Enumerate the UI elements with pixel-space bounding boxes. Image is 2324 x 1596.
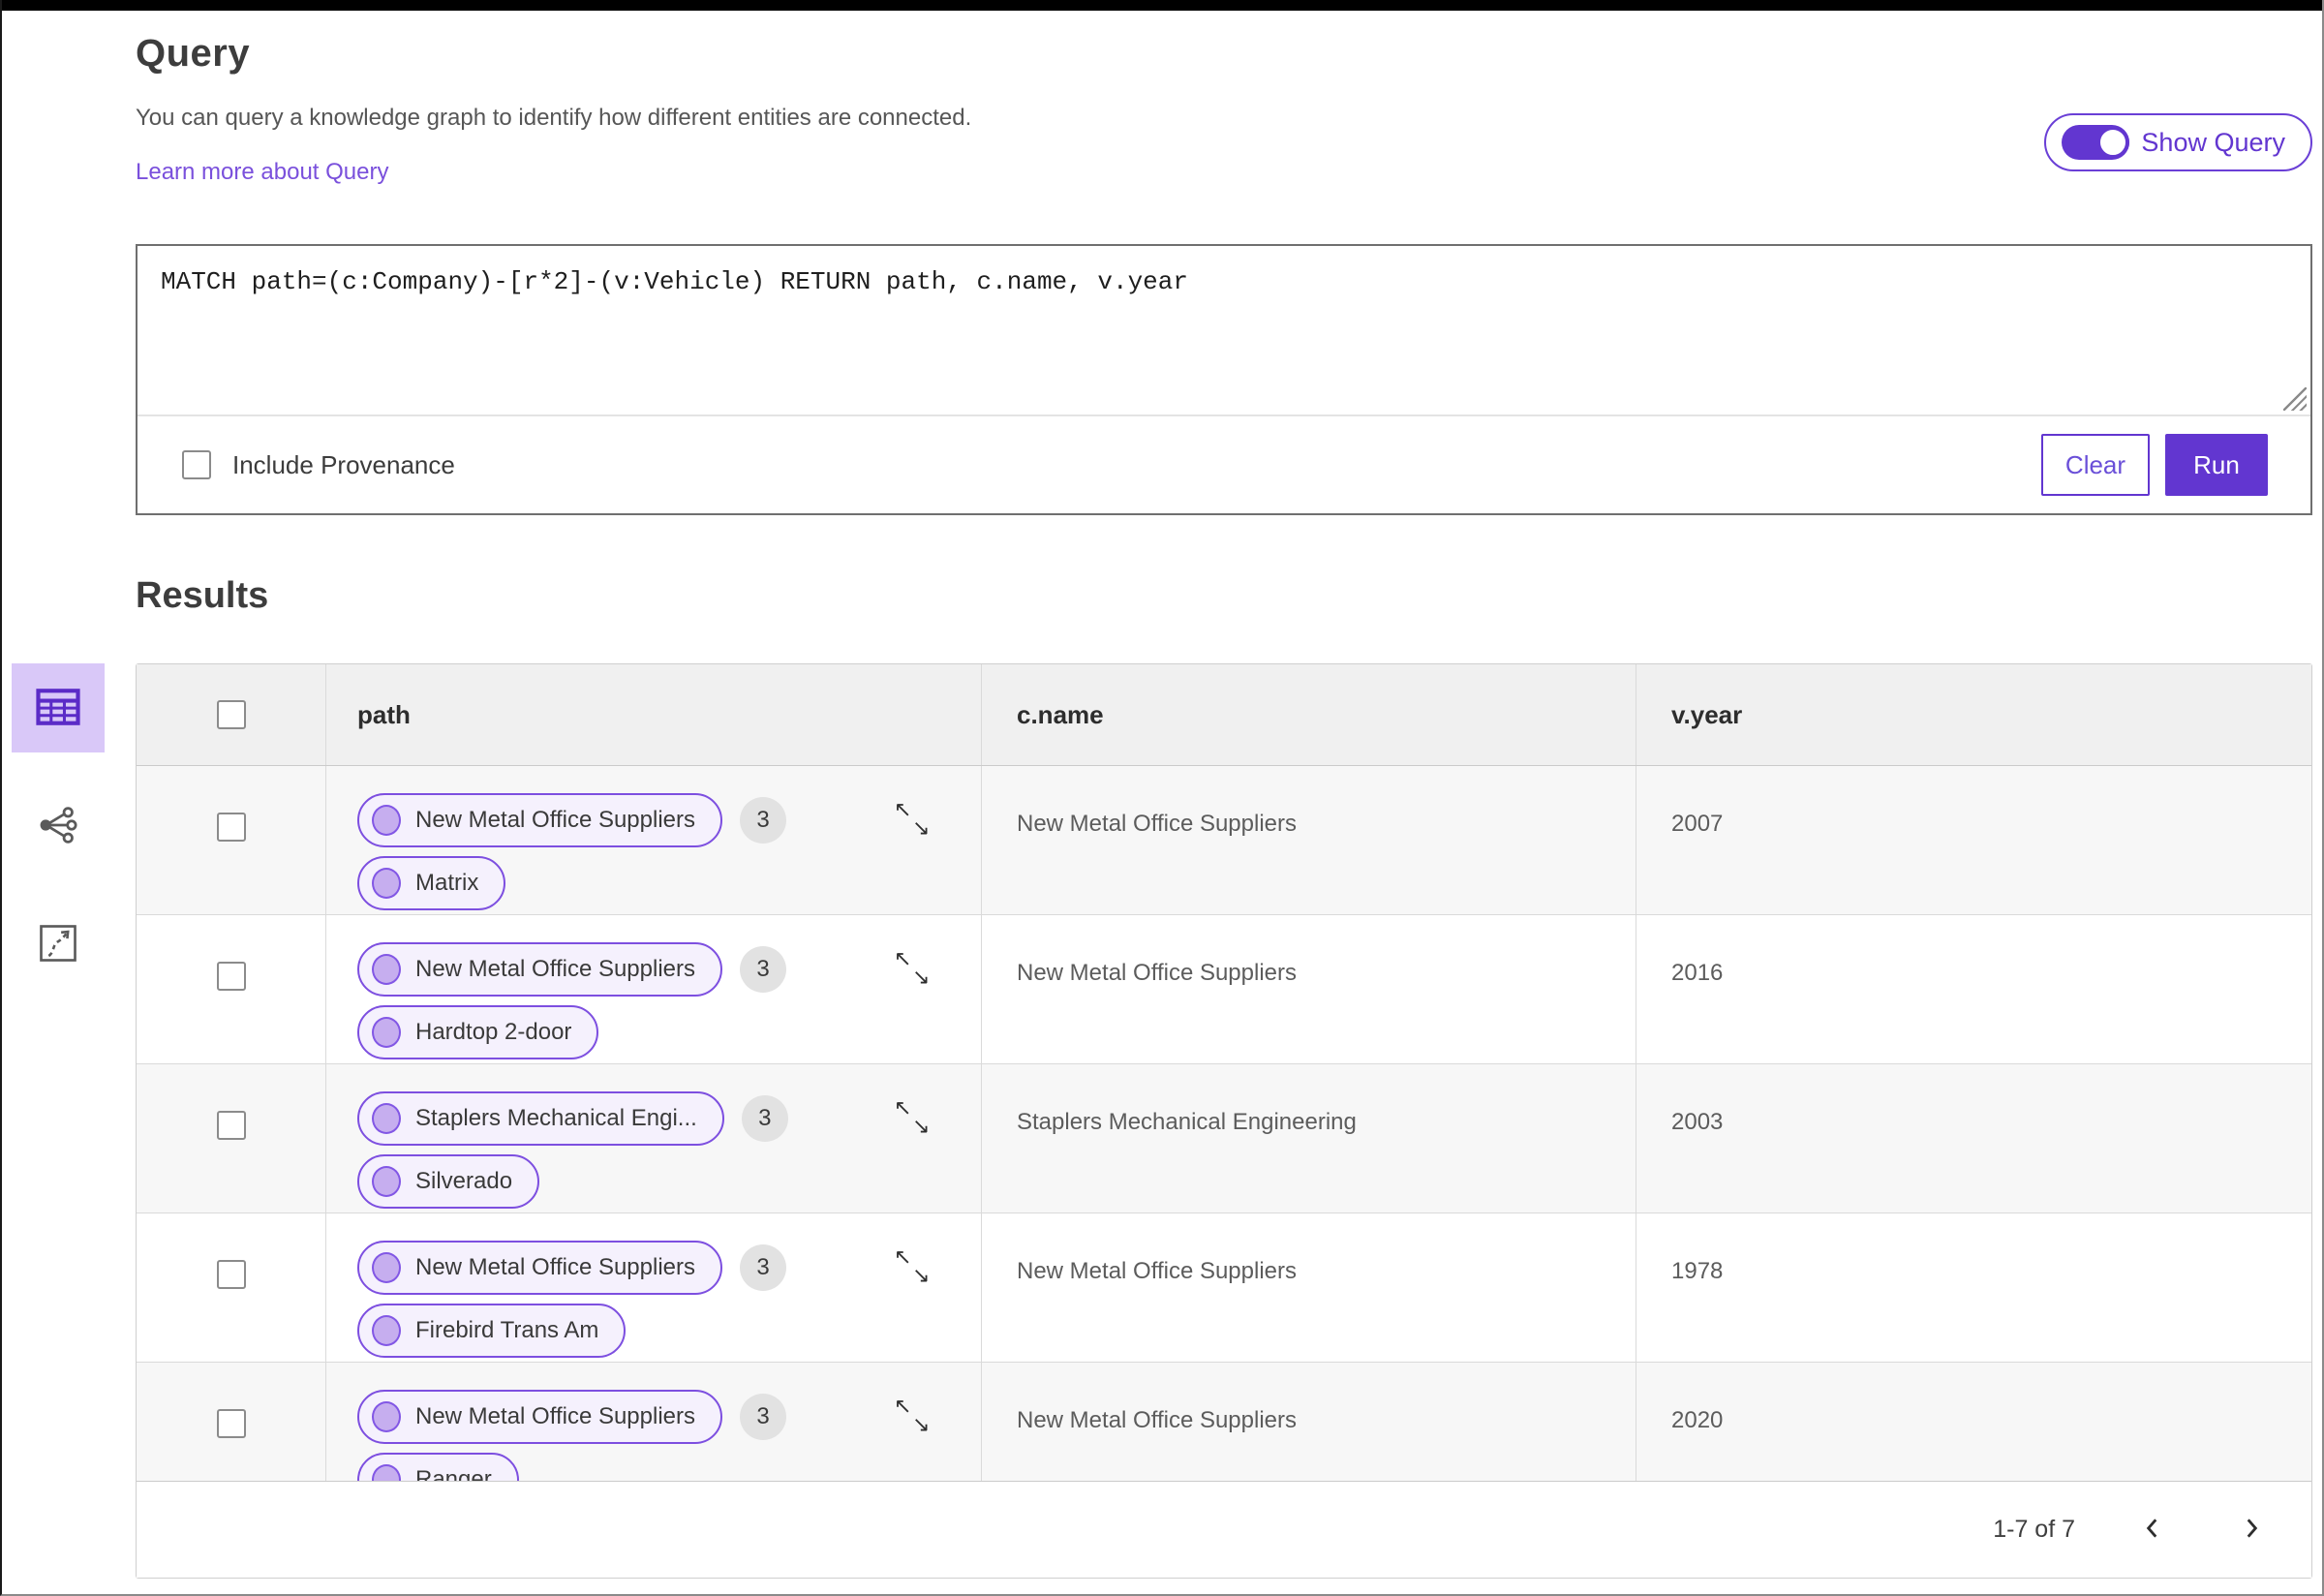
row-checkbox[interactable] [216, 962, 246, 991]
path-cell: New Metal Office Suppliers 3 Matrix ↖ ↘ [325, 766, 981, 919]
v-year-cell: 1978 [1636, 1213, 2311, 1366]
node-dot-icon [372, 1166, 401, 1197]
v-year-cell: 2007 [1636, 766, 2311, 919]
node-dot-icon [372, 805, 401, 836]
next-page-button[interactable] [2230, 1509, 2273, 1551]
query-actions: Clear Run [2041, 434, 2268, 496]
header-checkbox-cell [137, 664, 325, 765]
path-node-pill[interactable]: New Metal Office Suppliers [357, 942, 723, 997]
graph-view-button[interactable] [12, 782, 105, 871]
expand-path-icon[interactable]: ↖ ↘ [894, 1396, 938, 1440]
expand-path-icon[interactable]: ↖ ↘ [894, 799, 938, 844]
results-section: path c.name v.year New Metal Office Supp… [12, 663, 2312, 1594]
expand-path-icon[interactable]: ↖ ↘ [894, 1097, 938, 1142]
query-text[interactable]: MATCH path=(c:Company)-[r*2]-(v:Vehicle)… [161, 267, 2287, 296]
expand-path-icon[interactable]: ↖ ↘ [894, 948, 938, 993]
table-pagination: 1-7 of 7 [137, 1481, 2311, 1578]
row-checkbox[interactable] [216, 1111, 246, 1140]
node-dot-icon [372, 1017, 401, 1048]
c-name-cell: New Metal Office Suppliers [981, 1363, 1636, 1481]
toggle-knob [2096, 126, 2130, 159]
path-node-pill[interactable]: New Metal Office Suppliers [357, 793, 723, 847]
c-name-cell: New Metal Office Suppliers [981, 766, 1636, 919]
query-input[interactable]: MATCH path=(c:Company)-[r*2]-(v:Vehicle)… [138, 246, 2310, 414]
path-cell: New Metal Office Suppliers 3 Hardtop 2-d… [325, 915, 981, 1068]
node-dot-icon [372, 1103, 401, 1134]
c-name-cell: New Metal Office Suppliers [981, 915, 1636, 1068]
path-cell: Staplers Mechanical Engi... 3 Silverado … [325, 1064, 981, 1217]
previous-page-button[interactable] [2131, 1509, 2174, 1551]
page-title: Query [136, 32, 251, 75]
v-year-cell: 2020 [1636, 1363, 2311, 1481]
path-node-pill[interactable]: Hardtop 2-door [357, 1005, 599, 1059]
path-count-badge: 3 [740, 946, 787, 993]
table-header-row: path c.name v.year [137, 664, 2311, 766]
table-view-icon [36, 688, 80, 728]
node-dot-icon [372, 1252, 401, 1283]
graph-view-icon [37, 804, 79, 849]
node-dot-icon [372, 954, 401, 985]
table-row: New Metal Office Suppliers 3 Matrix ↖ ↘ N… [137, 766, 2311, 919]
view-switcher [12, 663, 105, 989]
include-provenance-checkbox[interactable] [182, 450, 211, 479]
node-dot-icon [372, 1315, 401, 1346]
chevron-right-icon [2239, 1516, 2264, 1544]
include-provenance-label: Include Provenance [232, 449, 455, 479]
show-query-label: Show Query [2141, 127, 2285, 157]
row-checkbox[interactable] [216, 1260, 246, 1289]
path-node-pill[interactable]: Firebird Trans Am [357, 1304, 627, 1358]
table-row: New Metal Office Suppliers 3 Firebird Tr… [137, 1213, 2311, 1366]
path-node-pill[interactable]: New Metal Office Suppliers [357, 1390, 723, 1444]
table-row: Staplers Mechanical Engi... 3 Silverado … [137, 1064, 2311, 1217]
route-view-icon [38, 923, 78, 967]
window-top-edge [2, 0, 2322, 11]
select-all-checkbox[interactable] [216, 700, 246, 729]
run-button[interactable]: Run [2165, 434, 2268, 496]
row-checkbox[interactable] [216, 813, 246, 842]
node-dot-icon [372, 868, 401, 899]
pagination-range-label: 1-7 of 7 [1993, 1516, 2075, 1543]
column-header-c-name: c.name [981, 664, 1636, 765]
resize-handle-icon[interactable] [2283, 387, 2307, 411]
learn-more-link[interactable]: Learn more about Query [136, 159, 388, 186]
toggle-on-icon[interactable] [2062, 125, 2130, 160]
results-title: Results [136, 575, 269, 616]
path-cell: New Metal Office Suppliers 3 Ranger ↖ ↘ [325, 1363, 981, 1481]
query-footer: Include Provenance Clear Run [138, 414, 2310, 513]
expand-path-icon[interactable]: ↖ ↘ [894, 1246, 938, 1291]
chevron-left-icon [2140, 1516, 2165, 1544]
path-count-badge: 3 [741, 1095, 788, 1142]
route-view-button[interactable] [12, 900, 105, 989]
page-header: Query You can query a knowledge graph to… [136, 11, 2312, 186]
path-count-badge: 3 [740, 1244, 787, 1291]
path-count-badge: 3 [740, 797, 787, 844]
include-provenance-option[interactable]: Include Provenance [182, 450, 455, 480]
query-page: Query You can query a knowledge graph to… [0, 0, 2324, 1596]
c-name-cell: New Metal Office Suppliers [981, 1213, 1636, 1366]
v-year-cell: 2003 [1636, 1064, 2311, 1217]
path-node-pill[interactable]: Silverado [357, 1154, 540, 1209]
table-view-button[interactable] [12, 663, 105, 752]
page-description: You can query a knowledge graph to ident… [136, 105, 972, 131]
c-name-cell: Staplers Mechanical Engineering [981, 1064, 1636, 1217]
node-dot-icon [372, 1401, 401, 1432]
query-editor-panel: MATCH path=(c:Company)-[r*2]-(v:Vehicle)… [136, 244, 2312, 515]
path-node-pill[interactable]: Matrix [357, 856, 506, 910]
row-checkbox[interactable] [216, 1409, 246, 1438]
clear-button[interactable]: Clear [2041, 434, 2150, 496]
table-row: New Metal Office Suppliers 3 Ranger ↖ ↘ N… [137, 1363, 2311, 1481]
column-header-path: path [325, 664, 981, 765]
node-dot-icon [372, 1464, 401, 1481]
column-header-v-year: v.year [1636, 664, 2311, 765]
path-node-pill[interactable]: New Metal Office Suppliers [357, 1241, 723, 1295]
show-query-toggle-button[interactable]: Show Query [2044, 113, 2312, 171]
v-year-cell: 2016 [1636, 915, 2311, 1068]
path-node-pill[interactable]: Ranger [357, 1453, 519, 1481]
table-row: New Metal Office Suppliers 3 Hardtop 2-d… [137, 915, 2311, 1068]
path-node-pill[interactable]: Staplers Mechanical Engi... [357, 1091, 724, 1146]
path-cell: New Metal Office Suppliers 3 Firebird Tr… [325, 1213, 981, 1366]
path-count-badge: 3 [740, 1394, 787, 1440]
results-table: path c.name v.year New Metal Office Supp… [136, 663, 2312, 1579]
